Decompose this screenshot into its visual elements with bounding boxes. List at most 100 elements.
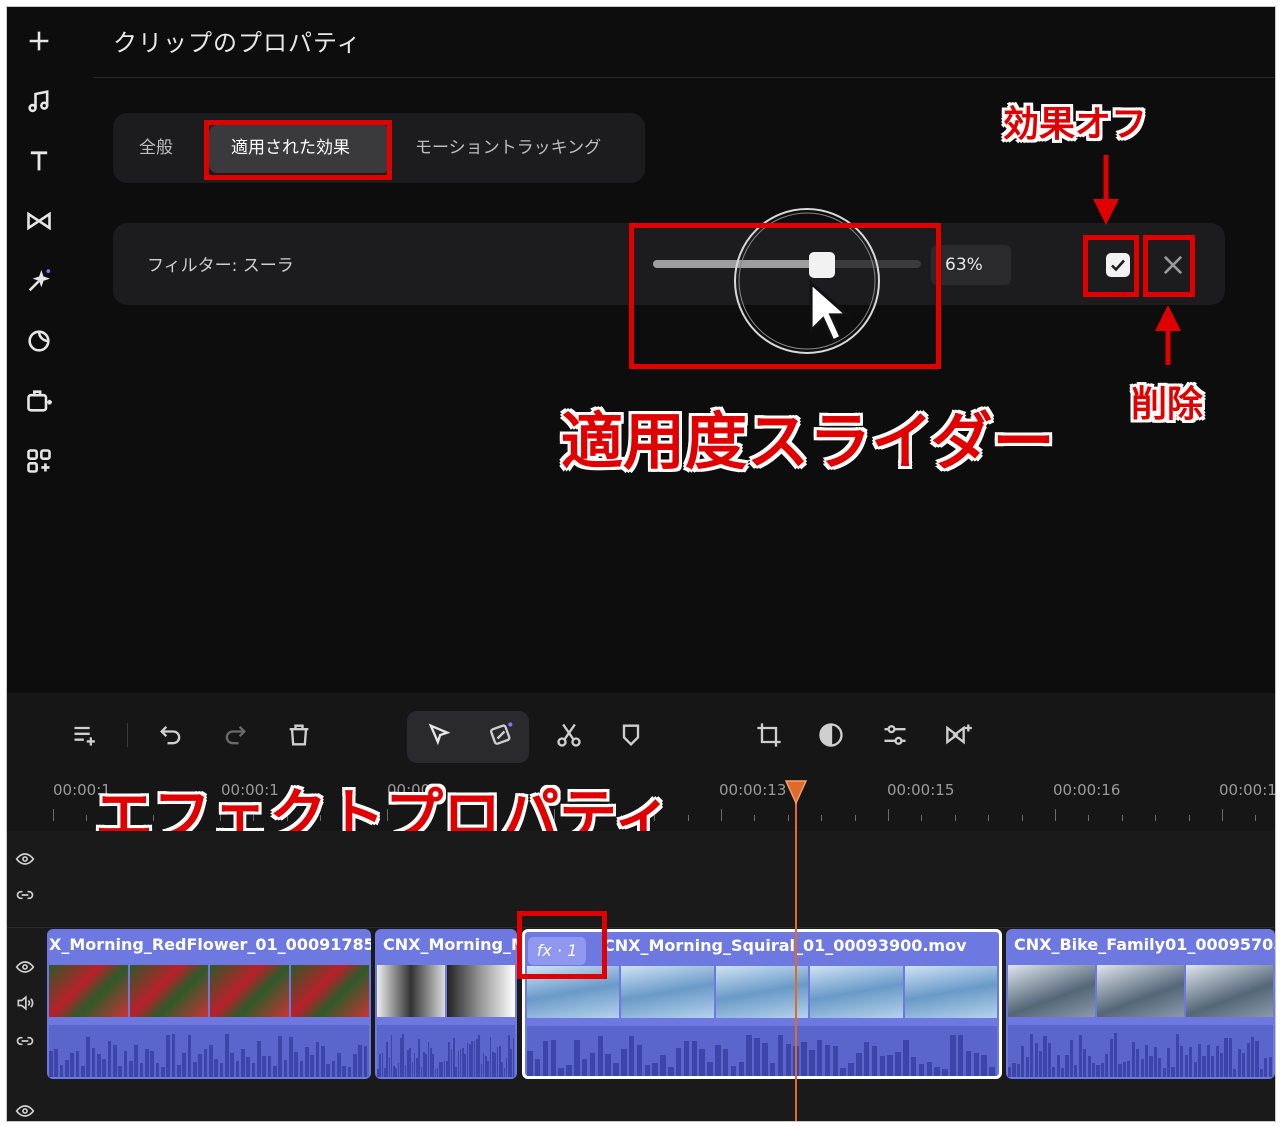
tab-general[interactable]: 全般 xyxy=(139,130,173,166)
waveform-bar xyxy=(1189,1046,1193,1077)
playhead-marker-icon[interactable] xyxy=(784,779,808,805)
waveform-bar xyxy=(542,1041,549,1076)
waveform-bar xyxy=(123,1051,128,1077)
ruler-tick xyxy=(1155,815,1157,821)
thumbnail xyxy=(904,966,998,1018)
eye-icon[interactable] xyxy=(15,957,37,979)
waveform-bar xyxy=(54,1048,59,1077)
color-adjust-icon[interactable] xyxy=(813,717,849,753)
waveform-bar xyxy=(558,1068,564,1076)
waveform-bar xyxy=(1202,1055,1206,1077)
waveform-bar xyxy=(1100,1062,1104,1077)
waveform-bar xyxy=(107,1040,112,1077)
waveform-bar xyxy=(235,1060,240,1077)
ruler-tick xyxy=(1222,809,1223,821)
waveform-bar xyxy=(754,1038,760,1076)
waveform-bar xyxy=(1021,1046,1025,1077)
waveform-bar xyxy=(856,1052,862,1076)
header-divider xyxy=(93,77,1275,78)
ruler-tick xyxy=(888,809,889,821)
waveform-bar xyxy=(326,1064,331,1077)
scissors-icon[interactable] xyxy=(551,717,587,753)
crop-icon[interactable] xyxy=(751,717,787,753)
waveform-bar xyxy=(353,1054,357,1077)
waveform-bar xyxy=(1074,1064,1078,1077)
waveform-bar xyxy=(1197,1044,1202,1077)
waveform-bar xyxy=(597,1036,604,1076)
transition-add-icon[interactable] xyxy=(941,717,977,753)
eye-icon[interactable] xyxy=(15,849,37,871)
waveform-bar xyxy=(305,1047,309,1077)
select-pointer-icon[interactable] xyxy=(421,717,457,753)
mask-shield-icon[interactable] xyxy=(613,717,649,753)
music-icon[interactable] xyxy=(21,83,57,119)
timeline-clip[interactable]: X_Morning_RedFlower_01_00091785.mo xyxy=(47,929,371,1079)
waveform-bar xyxy=(1008,1067,1012,1077)
waveform-bar xyxy=(321,1045,325,1077)
waveform-bar xyxy=(628,1035,635,1076)
timeline-clip[interactable]: CNX_Morning_M xyxy=(375,929,517,1079)
redo-icon[interactable] xyxy=(217,717,253,753)
waveform-bar xyxy=(49,1051,53,1077)
waveform-bar xyxy=(589,1052,596,1076)
waveform-bar xyxy=(918,1064,925,1076)
add-track-icon[interactable] xyxy=(67,717,103,753)
waveform-bar xyxy=(887,1055,893,1076)
volume-icon[interactable] xyxy=(15,993,37,1015)
ruler-tick xyxy=(821,815,823,821)
waveform-bar xyxy=(840,1068,846,1076)
waveform-bar xyxy=(581,1059,588,1076)
waveform-bar xyxy=(1153,1047,1157,1077)
magic-select-icon[interactable] xyxy=(483,717,519,753)
undo-icon[interactable] xyxy=(153,717,189,753)
waveform-bar xyxy=(1233,1068,1237,1077)
effects-wand-icon[interactable] xyxy=(21,263,57,299)
track-divider xyxy=(7,927,1275,928)
transition-icon[interactable] xyxy=(21,203,57,239)
timeline-clip[interactable]: CNX_Bike_Family01_00095705.m xyxy=(1006,929,1275,1079)
link-icon[interactable] xyxy=(15,1031,37,1053)
waveform-bar xyxy=(1047,1043,1051,1077)
waveform-bar xyxy=(1215,1045,1219,1077)
ruler-tick xyxy=(754,815,756,821)
waveform-bar xyxy=(910,1056,917,1076)
audio-waveform xyxy=(49,1025,369,1077)
toolbar-divider xyxy=(127,723,128,747)
sidebar xyxy=(7,7,73,693)
add-icon[interactable] xyxy=(21,23,57,59)
waveform-bar xyxy=(251,1063,256,1077)
waveform-bar xyxy=(652,1063,658,1076)
waveform-bar xyxy=(1167,1048,1171,1077)
clip-name: CNX_Morning_Squiral_01_00093900.mov xyxy=(603,936,967,955)
waveform-bar xyxy=(1105,1054,1109,1077)
amount-value[interactable]: 63% xyxy=(931,245,1011,285)
waveform-bar xyxy=(738,1062,745,1076)
waveform-bar xyxy=(97,1054,101,1077)
waveform-bar xyxy=(86,1037,91,1077)
waveform-bar xyxy=(310,1054,315,1077)
waveform-bar xyxy=(1162,1067,1166,1077)
waveform-bar xyxy=(824,1044,831,1076)
waveform-bar xyxy=(691,1041,698,1076)
waveform-bar xyxy=(1140,1058,1144,1077)
tab-motion-tracking[interactable]: モーショントラッキング xyxy=(415,130,601,166)
thumbnail xyxy=(290,965,369,1017)
apps-icon[interactable] xyxy=(21,443,57,479)
sticker-icon[interactable] xyxy=(21,323,57,359)
sliders-icon[interactable] xyxy=(877,717,913,753)
thumbnail xyxy=(447,965,515,1017)
waveform-bar xyxy=(1180,1046,1184,1077)
waveform-bar xyxy=(129,1060,133,1077)
waveform-bar xyxy=(198,1053,203,1077)
trash-icon[interactable] xyxy=(281,717,317,753)
waveform-bar xyxy=(1091,1063,1096,1077)
ruler-tick xyxy=(86,815,88,821)
text-icon[interactable] xyxy=(21,143,57,179)
waveform-bar xyxy=(1171,1066,1175,1077)
brand-kit-icon[interactable] xyxy=(21,383,57,419)
waveform-bar xyxy=(230,1052,235,1077)
link-icon[interactable] xyxy=(15,885,37,907)
waveform-bar xyxy=(730,1066,737,1076)
waveform-bar xyxy=(1136,1049,1140,1077)
eye-icon[interactable] xyxy=(15,1101,37,1121)
